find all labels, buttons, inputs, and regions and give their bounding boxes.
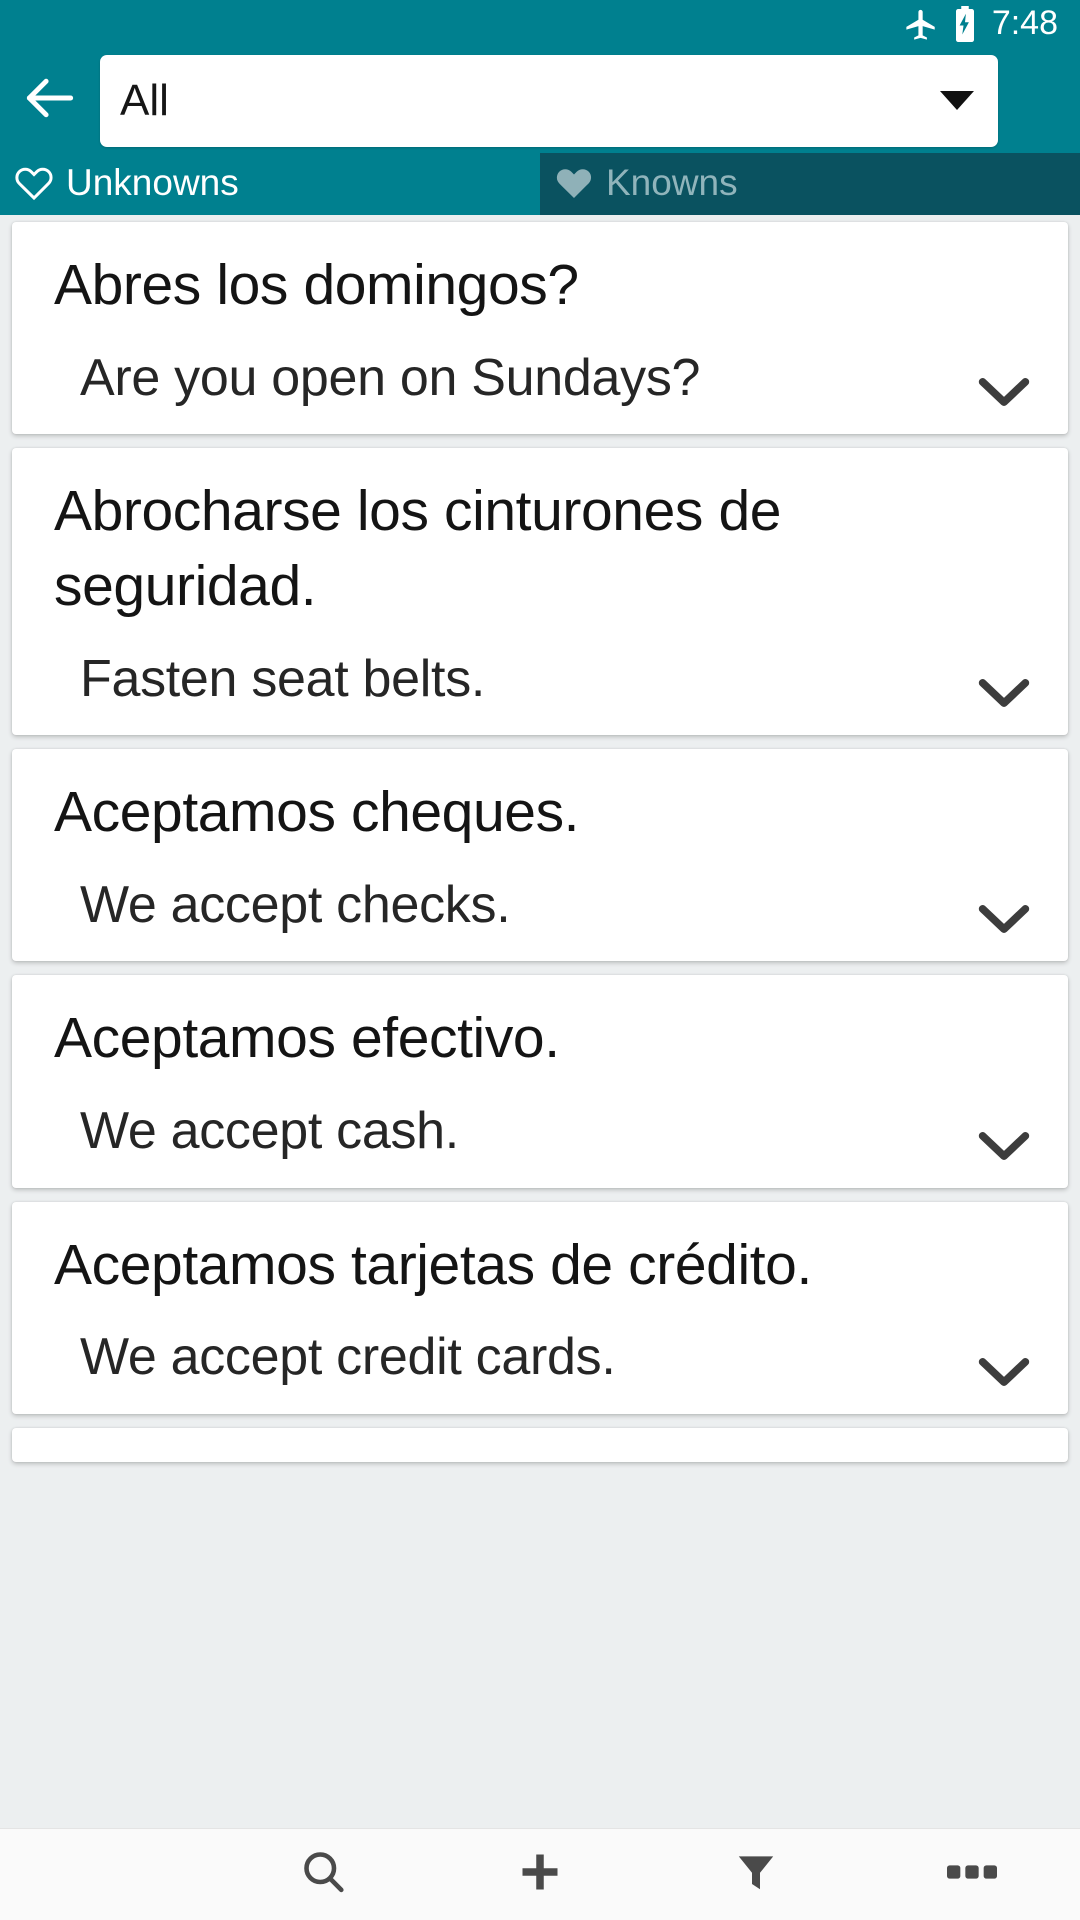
phrase-list[interactable]: Abres los domingos? Are you open on Sund… (0, 215, 1080, 1828)
app-bar: All (0, 48, 1080, 153)
list-item[interactable]: Abrocharse los cinturones de seguridad. … (12, 448, 1068, 736)
search-button[interactable] (216, 1829, 432, 1920)
list-item-partial[interactable] (12, 1427, 1068, 1462)
funnel-icon (732, 1848, 780, 1901)
search-icon (299, 1847, 349, 1902)
list-item[interactable]: Aceptamos efectivo. We accept cash. (12, 975, 1068, 1188)
phrase-translation: We accept credit cards. (80, 1328, 616, 1387)
heart-outline-icon (14, 162, 54, 207)
caret-down-icon (940, 91, 974, 110)
chevron-down-icon[interactable] (974, 673, 1034, 713)
bottom-toolbar (0, 1828, 1080, 1920)
phrase-term: Aceptamos efectivo. (54, 1006, 560, 1071)
more-options-button[interactable] (864, 1829, 1080, 1920)
phrase-translation: Fasten seat belts. (80, 649, 486, 708)
status-bar: 7:48 (0, 0, 1080, 48)
tab-knowns[interactable]: Knowns (540, 153, 1080, 215)
tab-bar: Unknowns Knowns (0, 153, 1080, 215)
list-item[interactable]: Abres los domingos? Are you open on Sund… (12, 222, 1068, 435)
tab-knowns-label: Knowns (606, 162, 738, 203)
chevron-down-icon[interactable] (974, 372, 1034, 412)
chevron-down-icon[interactable] (974, 899, 1034, 939)
phrase-term: Aceptamos cheques. (54, 780, 580, 845)
filter-button[interactable] (648, 1829, 864, 1920)
category-spinner[interactable]: All (100, 54, 998, 147)
list-item[interactable]: Aceptamos cheques. We accept checks. (12, 749, 1068, 962)
phrase-term: Aceptamos tarjetas de crédito. (54, 1232, 812, 1297)
heart-filled-icon (554, 162, 594, 207)
phrase-translation: We accept checks. (80, 875, 511, 934)
phrase-term: Abrocharse los cinturones de seguridad. (54, 479, 782, 618)
plus-icon (515, 1847, 565, 1902)
chevron-down-icon[interactable] (974, 1126, 1034, 1166)
spinner-selected-value: All (120, 75, 169, 125)
tab-unknowns-label: Unknowns (66, 162, 239, 203)
phrase-term: Abres los domingos? (54, 253, 579, 317)
battery-charging-icon (952, 6, 978, 42)
phrase-translation: We accept cash. (80, 1102, 459, 1161)
status-time: 7:48 (991, 4, 1058, 42)
chevron-down-icon[interactable] (974, 1352, 1034, 1392)
phrase-translation: Are you open on Sundays? (80, 348, 701, 407)
tab-unknowns[interactable]: Unknowns (0, 153, 540, 215)
list-item[interactable]: Aceptamos tarjetas de crédito. We accept… (12, 1201, 1068, 1414)
airplane-mode-icon (904, 7, 938, 41)
add-button[interactable] (432, 1829, 648, 1920)
back-button[interactable] (0, 51, 100, 151)
overflow-dots-icon (947, 1863, 997, 1886)
arrow-left-icon (19, 67, 81, 134)
